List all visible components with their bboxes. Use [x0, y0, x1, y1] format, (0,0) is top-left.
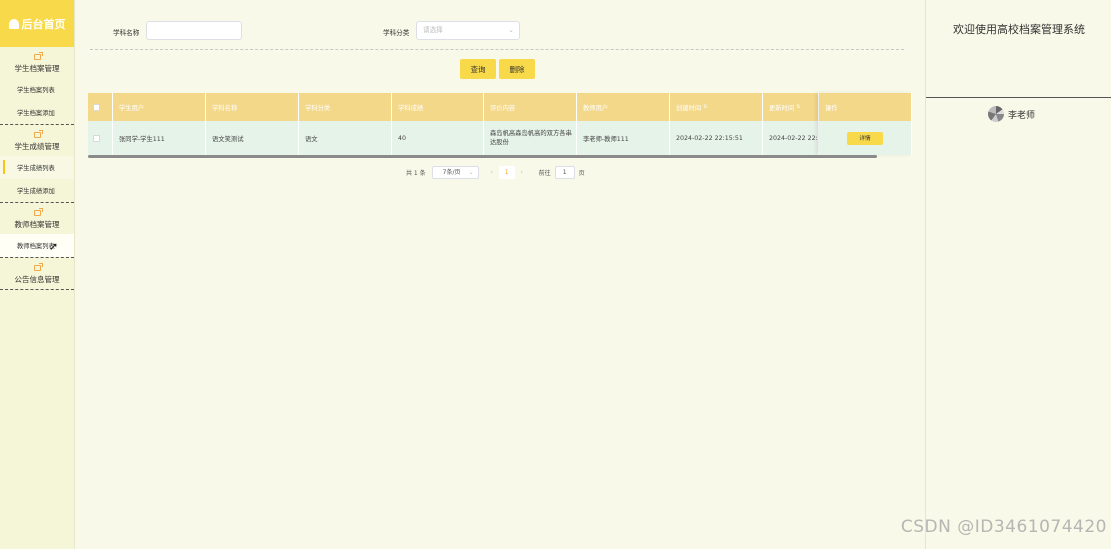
td-subject-name: 语文笑测试	[206, 121, 299, 155]
select-all-cell	[88, 93, 113, 121]
right-panel: 欢迎使用高校档案管理系统 李老师	[925, 0, 1111, 549]
subject-name-label: 学科名称	[113, 29, 140, 37]
home-label: 后台首页	[21, 17, 66, 31]
th-created[interactable]: 创建时间 ⇅	[670, 93, 763, 121]
group-title: 学生档案管理	[14, 63, 60, 73]
pager-total: 共 1 条	[406, 170, 426, 177]
td-subject-type: 语文	[299, 121, 392, 155]
sidebar: 后台首页 学生档案管理 学生档案列表 学生档案添加 学生成绩管理 学生成绩列表 …	[0, 0, 75, 549]
group-student-score: 学生成绩管理 学生成绩列表 学生成绩添加	[0, 125, 74, 203]
group-title: 教师档案管理	[14, 219, 60, 229]
td-score: 40	[392, 121, 484, 155]
prev-page-icon[interactable]: ‹	[485, 169, 499, 176]
group-title: 学生成绩管理	[14, 141, 60, 151]
sidebar-item-student-score-add[interactable]: 学生成绩添加	[0, 179, 74, 202]
sidebar-item-teacher-archive-list[interactable]: 教师档案列表	[0, 234, 74, 257]
group-title: 公告信息管理	[14, 274, 60, 284]
select-all-checkbox[interactable]	[93, 103, 100, 111]
edit-icon	[33, 262, 43, 271]
watermark: CSDN @ID3461074420	[900, 517, 1107, 537]
page-size-select[interactable]: 7条/页 ⌄	[431, 166, 479, 179]
td-updated: 2024-02-22 22:15	[763, 121, 819, 155]
fixed-column-shadow	[819, 93, 912, 155]
th-subject-name: 学科名称	[206, 93, 299, 121]
data-table: 学生用户 学科名称 学科分类 学科成绩 评价内容 教师用户 创建时间 ⇅ 更新时间…	[88, 93, 912, 158]
row-checkbox[interactable]	[93, 134, 100, 142]
subject-name-input[interactable]	[146, 21, 242, 40]
th-updated[interactable]: 更新时间 ⇅	[763, 93, 819, 121]
th-created-label: 创建时间	[676, 104, 702, 112]
user-info[interactable]: 李老师	[988, 106, 1035, 122]
th-student: 学生用户	[113, 93, 206, 121]
row-select-cell	[88, 121, 113, 155]
chevron-down-icon: ⌄	[508, 26, 514, 34]
search-bar: 学科名称 学科分类 请选择 ⌄	[76, 21, 916, 41]
sidebar-item-student-score-list[interactable]: 学生成绩列表	[0, 156, 74, 179]
sidebar-item-student-archive-list[interactable]: 学生档案列表	[0, 78, 74, 101]
pagination: 共 1 条 7条/页 ⌄ ‹ 1 › 前往 1 页	[406, 166, 585, 179]
delete-button[interactable]: 删除	[499, 59, 535, 79]
subject-type-select[interactable]: 请选择 ⌄	[416, 21, 520, 40]
edit-icon	[33, 207, 43, 216]
divider	[926, 97, 1111, 98]
page-number-current[interactable]: 1	[498, 166, 515, 179]
main-content: 学科名称 学科分类 请选择 ⌄ 查询 删除 学生用户 学科名称 学科分类 学科成…	[76, 0, 924, 549]
td-comment: 森岛帆高森岛帆高的双方各串达股份	[484, 121, 577, 155]
group-student-archive: 学生档案管理 学生档案列表 学生档案添加	[0, 47, 74, 125]
horizontal-scrollbar[interactable]	[88, 155, 877, 158]
td-student: 张同学-学生111	[113, 121, 206, 155]
table-header: 学生用户 学科名称 学科分类 学科成绩 评价内容 教师用户 创建时间 ⇅ 更新时间…	[88, 93, 912, 121]
group-head-student-score[interactable]: 学生成绩管理	[0, 125, 74, 156]
goto-page-input[interactable]: 1	[554, 166, 575, 179]
edit-icon	[33, 51, 43, 60]
goto-label: 前往	[538, 170, 551, 177]
sidebar-item-student-archive-add[interactable]: 学生档案添加	[0, 101, 74, 124]
group-head-teacher-archive[interactable]: 教师档案管理	[0, 203, 74, 234]
th-subject-type: 学科分类	[299, 93, 392, 121]
subject-type-label: 学科分类	[383, 29, 410, 37]
group-teacher-archive: 教师档案管理 教师档案列表	[0, 203, 74, 258]
query-button[interactable]: 查询	[460, 59, 496, 79]
group-head-student-archive[interactable]: 学生档案管理	[0, 47, 74, 78]
page-size-value: 7条/页	[442, 169, 461, 176]
table-row: 张同学-学生111 语文笑测试 语文 40 森岛帆高森岛帆高的双方各串达股份 李…	[88, 121, 912, 155]
th-comment: 评价内容	[484, 93, 577, 121]
td-teacher: 李老师-教师111	[577, 121, 670, 155]
username: 李老师	[1008, 110, 1036, 121]
welcome-title: 欢迎使用高校档案管理系统	[953, 23, 1085, 36]
sort-icon[interactable]: ⇅	[703, 104, 707, 110]
mouse-cursor-icon: ➚	[49, 240, 59, 253]
subject-type-placeholder: 请选择	[423, 26, 443, 34]
next-page-icon[interactable]: ›	[515, 169, 529, 176]
group-head-notice[interactable]: 公告信息管理	[0, 258, 74, 289]
th-teacher: 教师用户	[577, 93, 670, 121]
sort-icon[interactable]: ⇅	[796, 104, 800, 110]
edit-icon	[33, 129, 43, 138]
avatar-icon	[988, 106, 1004, 122]
divider	[90, 49, 904, 50]
th-updated-label: 更新时间	[769, 104, 795, 112]
page-suffix: 页	[578, 170, 585, 177]
home-icon	[8, 18, 19, 29]
home-link[interactable]: 后台首页	[0, 0, 74, 47]
group-notice: 公告信息管理	[0, 258, 74, 290]
th-score: 学科成绩	[392, 93, 484, 121]
td-created: 2024-02-22 22:15:51	[670, 121, 763, 155]
chevron-down-icon: ⌄	[468, 169, 474, 176]
